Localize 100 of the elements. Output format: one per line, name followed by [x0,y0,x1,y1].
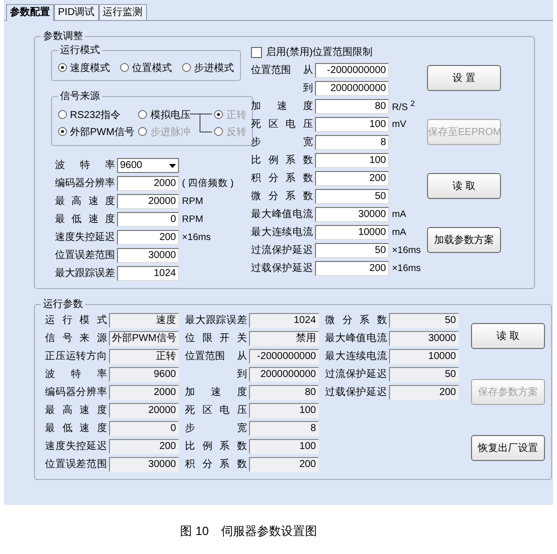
input-field[interactable]: 100 [315,152,389,168]
field-label: 加速度 [185,386,247,399]
radio-button[interactable] [58,63,67,72]
value-field: 0 [109,420,179,436]
input-field[interactable]: 50 [315,188,389,204]
value-field: 9600 [109,366,179,382]
action-button[interactable]: 设 置 [427,65,501,91]
field-label: 位置误差范围 [45,458,107,471]
radio-button[interactable] [138,110,148,119]
radio-button[interactable] [182,63,191,72]
input-field[interactable]: 30000 [315,206,389,222]
group-title: 运行模式 [59,44,101,57]
unit-label: R/S $^{2}$ [392,98,415,114]
field-label: 微分系数 [325,314,387,327]
value-field: 200 [249,456,319,472]
tab[interactable]: PID调试 [54,4,99,20]
group-title: 运行参数 [42,298,84,311]
value-field: 2000 [109,384,179,400]
field-label: 位置范围 [185,350,225,363]
radio-option[interactable]: 步进模式 [182,59,234,76]
figure-caption: 图 10 伺服器参数设置图 [179,523,318,540]
value-field: 30000 [389,330,459,346]
value-field: 8 [249,420,319,436]
field-label: 死区电压 [251,118,313,131]
input-field[interactable]: 200 [315,170,389,186]
field-label: 编码器分辨率 [55,176,115,190]
unit-label: ×16ms [392,262,421,274]
field-label: 从 [303,64,313,77]
field-label: 积分系数 [251,172,313,185]
radio-option[interactable]: 速度模式 [58,59,110,76]
group-title: 参数调整 [42,30,84,43]
radio-option[interactable]: 模拟电压 [138,106,190,123]
field-label: 位限开关 [185,332,247,345]
unit-label: mV [392,118,406,130]
radio-button[interactable] [58,110,67,119]
value-field: 10000 [389,348,459,364]
input-field[interactable]: 50 [315,242,389,258]
value-field: 1024 [249,312,319,328]
unit-label: ×16ms [392,244,421,256]
unit-label: mA [392,208,406,220]
value-field: 100 [249,438,319,454]
value-field: 20000 [109,402,179,418]
input-field[interactable]: 80 [315,98,389,114]
field-label: 正压运转方向 [45,350,107,363]
value-field: 禁用 [249,330,319,346]
action-button[interactable]: 加载参数方案 [427,227,501,253]
input-field[interactable]: 10000 [315,224,389,240]
field-label: 到 [303,82,313,95]
action-button[interactable]: 读 取 [471,323,545,349]
field-label: 最大连续电流 [251,226,313,239]
value-field: 100 [249,402,319,418]
checkbox-option[interactable]: 启用(禁用)位置范围限制 [251,43,423,61]
radio-option[interactable]: RS232指令 [58,106,134,123]
input-field[interactable]: -2000000000 [315,62,389,78]
field-label: 最大跟踪误差 [55,266,115,280]
tab[interactable]: 运行监测 [98,4,147,20]
field-label: 最低速度 [55,212,115,226]
field-label: 积分系数 [185,458,247,471]
input-field[interactable]: 1024 [117,266,179,280]
value-field: -2000000000 [249,348,319,364]
input-field[interactable]: 2000 [117,176,179,190]
tab[interactable]: 参数配置 [6,4,54,21]
input-field[interactable]: 0 [117,212,179,226]
checkbox[interactable] [251,46,262,58]
field-label: 最大峰值电流 [325,332,387,345]
field-label: 最高速度 [45,404,107,417]
radio-button[interactable] [120,63,129,72]
value-field: 30000 [109,456,179,472]
input-field[interactable]: 200 [117,230,179,244]
field-label: 步宽 [251,136,313,149]
value-field: 80 [249,384,319,400]
action-button[interactable]: 恢复出厂设置 [471,435,545,461]
field-label: 位置范围 [251,64,291,77]
input-field[interactable]: 200 [315,260,389,276]
value-field: 200 [389,384,459,400]
input-field[interactable]: 8 [315,134,389,150]
radio-option[interactable]: 位置模式 [120,59,172,76]
action-button[interactable]: 读 取 [427,173,501,199]
value-field: 速度 [109,312,179,328]
input-field[interactable]: 2000000000 [315,80,389,96]
field-label: 位置误差范围 [55,248,115,262]
field-label: 速度失控延迟 [55,230,115,244]
field-label: 过载保护延迟 [251,262,313,275]
field-label: 过流保护延迟 [251,244,313,257]
field-label: 运行模式 [45,314,107,327]
unit-label: mA [392,226,406,238]
radio-option[interactable]: 外部PWM信号 [58,123,134,140]
field-label: 最高速度 [55,194,115,208]
field-label: 波特率 [45,368,107,381]
radio-button[interactable] [58,127,67,136]
field-label: 步宽 [185,422,247,435]
baud-rate-dropdown[interactable]: 9600 [117,158,179,172]
field-label: 过流保护延迟 [325,368,387,381]
input-field[interactable]: 100 [315,116,389,132]
input-field[interactable]: 30000 [117,248,179,262]
value-field: 外部PWM信号 [109,330,179,346]
unit-label: ( 四倍频数 ) [182,176,234,190]
input-field[interactable]: 20000 [117,194,179,208]
value-field: 200 [109,438,179,454]
field-label: 过载保护延迟 [325,386,387,399]
